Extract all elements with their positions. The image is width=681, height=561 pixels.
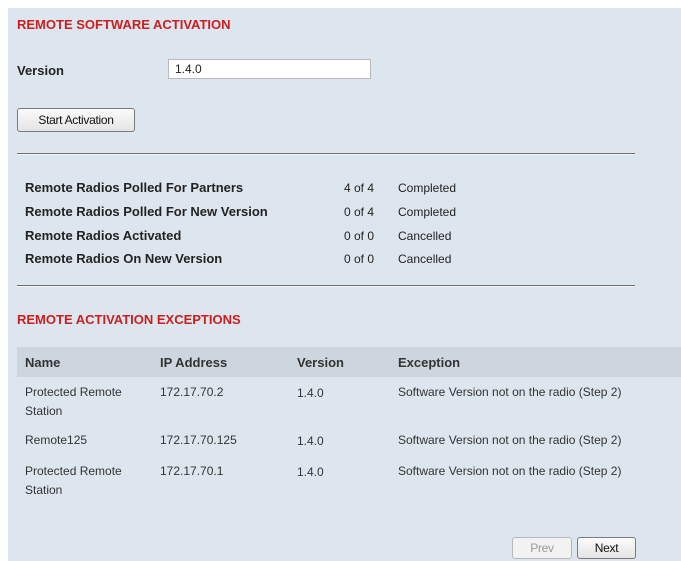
- start-activation-button[interactable]: Start Activation: [17, 108, 135, 132]
- table-header: Name IP Address Version Exception: [17, 347, 681, 377]
- cell-version: 1.4.0: [297, 434, 324, 448]
- cell-ip: 172.17.70.1: [160, 464, 224, 478]
- cell-name: Remote125: [25, 433, 88, 447]
- cell-name: Protected Remote Station: [25, 385, 122, 418]
- cell-version: 1.4.0: [297, 386, 324, 400]
- stat-status: Cancelled: [398, 229, 452, 243]
- divider-top: [17, 153, 635, 155]
- column-header-ip: IP Address: [160, 355, 228, 370]
- next-button[interactable]: Next: [577, 537, 636, 559]
- cell-version: 1.4.0: [297, 465, 324, 479]
- stat-count: 0 of 0: [343, 252, 374, 266]
- stat-label: Remote Radios Polled For New Version: [25, 204, 268, 219]
- prev-button[interactable]: Prev: [512, 537, 572, 559]
- stat-label: Remote Radios On New Version: [25, 251, 223, 266]
- stat-count: 0 of 4: [343, 205, 374, 219]
- stat-label: Remote Radios Polled For Partners: [25, 180, 244, 195]
- activation-title: REMOTE SOFTWARE ACTIVATION: [17, 17, 231, 32]
- exceptions-title: REMOTE ACTIVATION EXCEPTIONS: [17, 312, 241, 327]
- cell-exception: Software Version not on the radio (Step …: [398, 433, 622, 447]
- divider-bottom: [17, 285, 635, 287]
- column-header-name: Name: [25, 355, 61, 370]
- stat-label: Remote Radios Activated: [25, 228, 182, 243]
- stat-status: Completed: [398, 181, 457, 195]
- column-header-version: Version: [297, 355, 344, 370]
- cell-ip: 172.17.70.2: [160, 385, 224, 399]
- cell-ip: 172.17.70.125: [160, 433, 237, 447]
- stat-count: 4 of 4: [343, 181, 374, 195]
- version-input[interactable]: [168, 59, 371, 79]
- version-label: Version: [17, 63, 64, 78]
- column-header-exception: Exception: [398, 355, 461, 370]
- cell-name: Protected Remote Station: [25, 464, 122, 497]
- stat-status: Cancelled: [398, 252, 452, 266]
- cell-exception: Software Version not on the radio (Step …: [398, 385, 622, 399]
- cell-exception: Software Version not on the radio (Step …: [398, 464, 622, 478]
- stat-count: 0 of 0: [343, 229, 374, 243]
- stat-status: Completed: [398, 205, 457, 219]
